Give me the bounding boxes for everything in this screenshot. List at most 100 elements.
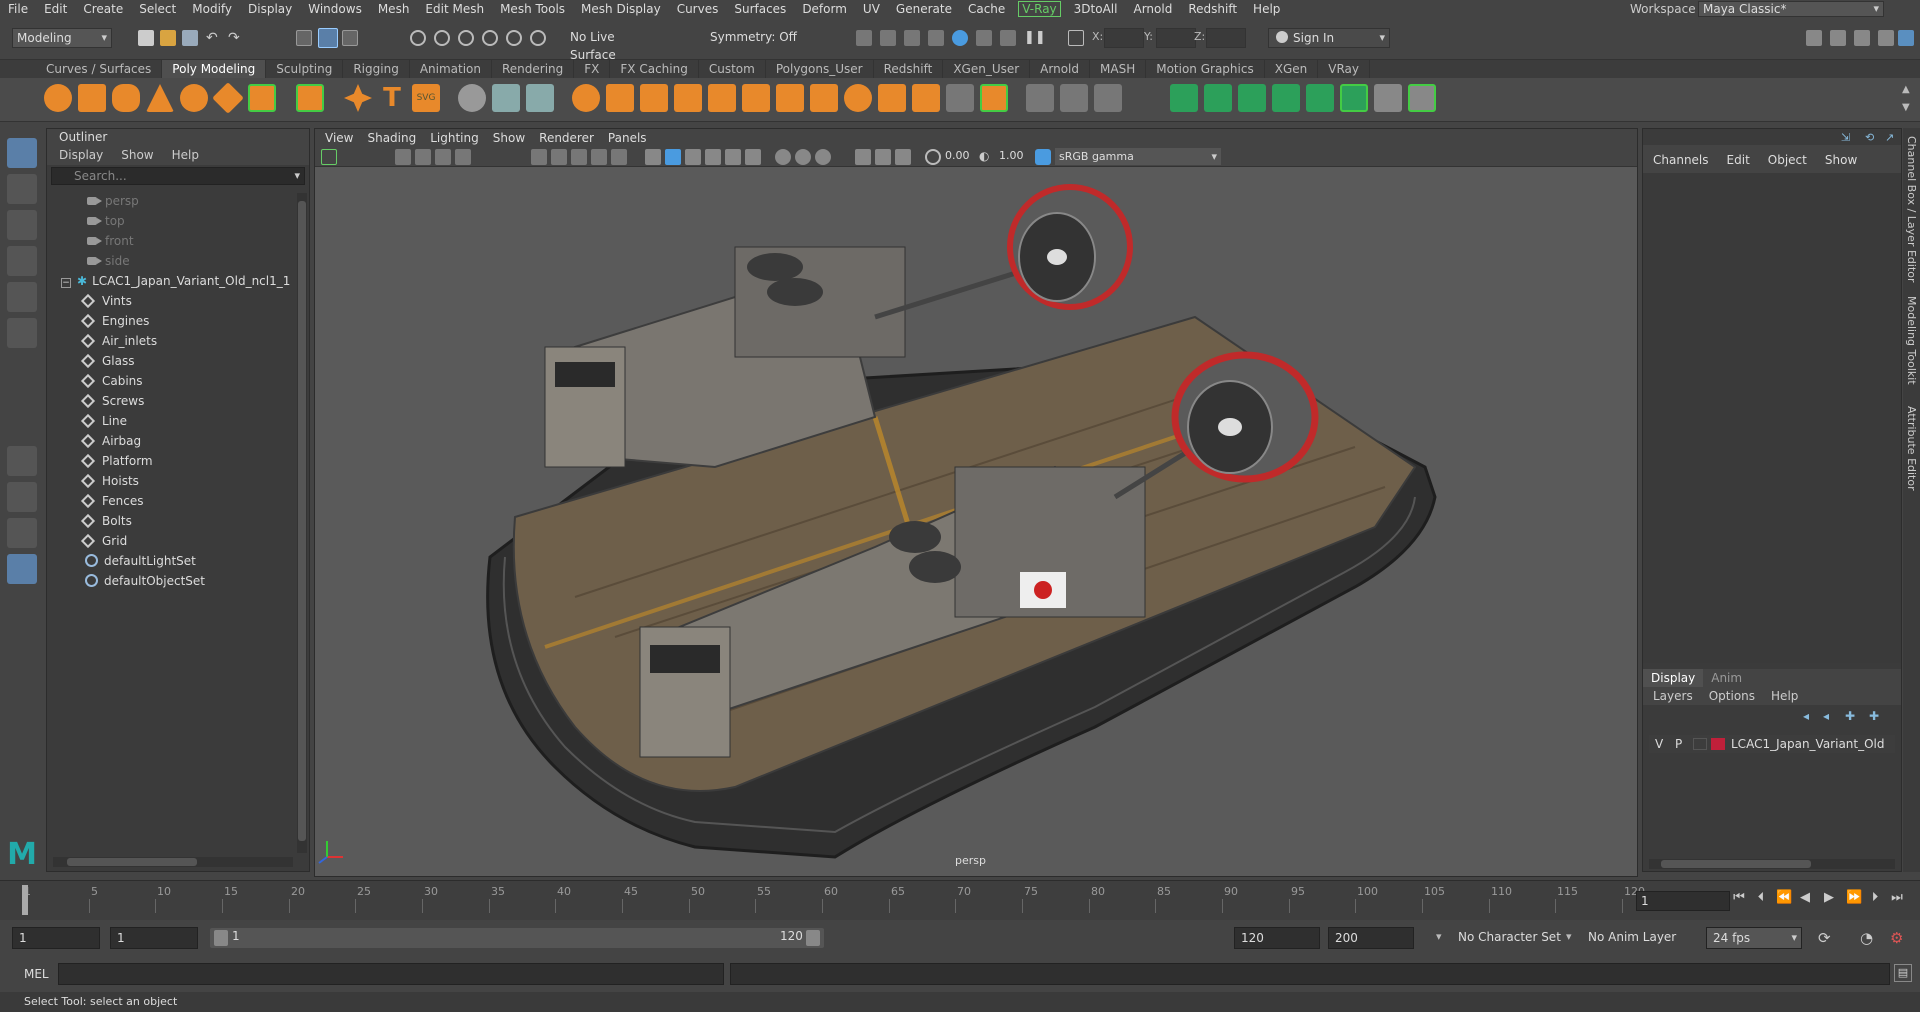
move-layer-up-icon[interactable]: ◂ bbox=[1803, 709, 1809, 723]
outliner-menu-show[interactable]: Show bbox=[121, 145, 153, 165]
bookmarks-icon[interactable] bbox=[415, 149, 431, 165]
end-time-field[interactable]: 200 bbox=[1328, 927, 1414, 949]
tree-item-airbag[interactable]: Airbag bbox=[47, 431, 297, 451]
start-time-field[interactable]: 1 bbox=[12, 927, 100, 949]
go-to-start-icon[interactable]: ⏮ bbox=[1732, 891, 1746, 905]
grid-toggle-icon[interactable] bbox=[531, 149, 547, 165]
wireframe-on-shaded-icon[interactable] bbox=[685, 149, 701, 165]
channelbox-menu-edit[interactable]: Edit bbox=[1727, 145, 1750, 173]
tree-item-default-object-set[interactable]: defaultObjectSet bbox=[47, 571, 297, 591]
layer-tab-display[interactable]: Display bbox=[1643, 669, 1704, 687]
step-forward-frame-icon[interactable]: ⏵ bbox=[1868, 891, 1882, 905]
tree-item-default-light-set[interactable]: defaultLightSet bbox=[47, 551, 297, 571]
menu-vray[interactable]: V-Ray bbox=[1018, 1, 1061, 17]
gamma-icon[interactable]: ◐ bbox=[979, 149, 995, 165]
tree-item-bolts[interactable]: Bolts bbox=[47, 511, 297, 531]
live-surface-field[interactable]: No Live Surface bbox=[566, 28, 664, 62]
layer-menu-help[interactable]: Help bbox=[1771, 687, 1798, 705]
menu-mesh-tools[interactable]: Mesh Tools bbox=[492, 2, 573, 16]
snap-projected-icon[interactable] bbox=[482, 30, 498, 46]
render-view-icon[interactable] bbox=[856, 30, 872, 46]
select-hierarchy-icon[interactable] bbox=[296, 30, 312, 46]
menu-set-select[interactable]: Modeling bbox=[12, 28, 112, 48]
ambient-occlusion-icon[interactable] bbox=[775, 149, 791, 165]
snap-view-plane-icon[interactable] bbox=[506, 30, 522, 46]
append-polygon-icon[interactable] bbox=[844, 84, 872, 112]
workspace-select[interactable]: Maya Classic* bbox=[1698, 1, 1884, 17]
tree-item-screws[interactable]: Screws bbox=[47, 391, 297, 411]
command-language-label[interactable]: MEL bbox=[24, 967, 49, 981]
current-frame-field[interactable]: 1 bbox=[1636, 891, 1730, 911]
tree-item-persp[interactable]: persp bbox=[47, 191, 297, 211]
separate-icon[interactable] bbox=[526, 84, 554, 112]
script-editor-icon[interactable]: ▤ bbox=[1894, 964, 1912, 982]
shelf-tab-xgen-user[interactable]: XGen_User bbox=[943, 60, 1031, 78]
tree-item-line[interactable]: Line bbox=[47, 411, 297, 431]
play-backwards-icon[interactable]: ◀ bbox=[1798, 891, 1812, 905]
layer-color-swatch[interactable] bbox=[1711, 738, 1725, 750]
pause-icon[interactable]: ❚❚ bbox=[1024, 30, 1046, 46]
lock-camera-icon[interactable] bbox=[455, 149, 471, 165]
single-perspective-layout-icon[interactable] bbox=[7, 446, 37, 476]
viewport-menu-renderer[interactable]: Renderer bbox=[539, 129, 594, 147]
viewport-scene[interactable] bbox=[315, 167, 1637, 877]
viewport-menu-show[interactable]: Show bbox=[493, 129, 525, 147]
bridge-icon[interactable] bbox=[708, 84, 736, 112]
select-object-icon[interactable] bbox=[318, 28, 338, 48]
poly-disc-icon[interactable] bbox=[248, 84, 276, 112]
exposure-field[interactable]: 0.00 bbox=[945, 149, 970, 162]
anti-aliasing-icon[interactable] bbox=[815, 149, 831, 165]
tree-item-hoists[interactable]: Hoists bbox=[47, 471, 297, 491]
resolution-gate-icon[interactable] bbox=[571, 149, 587, 165]
bevel-icon[interactable] bbox=[776, 84, 804, 112]
outliner-menu-display[interactable]: Display bbox=[59, 145, 103, 165]
move-tool-icon[interactable] bbox=[7, 246, 37, 276]
tree-item-grid[interactable]: Grid bbox=[47, 531, 297, 551]
outliner-layout-icon[interactable] bbox=[7, 554, 37, 584]
anim-layer-dropdown-icon[interactable]: ▾ bbox=[1566, 930, 1572, 943]
playback-end-field[interactable]: 120 bbox=[1234, 927, 1320, 949]
new-layer-selected-icon[interactable]: ✚ bbox=[1869, 709, 1879, 723]
shelf-scroll-up-icon[interactable]: ▲ bbox=[1902, 84, 1910, 95]
tree-item-side[interactable]: side bbox=[47, 251, 297, 271]
menu-file[interactable]: File bbox=[0, 2, 36, 16]
color-space-select[interactable]: sRGB gamma bbox=[1055, 148, 1221, 165]
shelf-tab-mash[interactable]: MASH bbox=[1090, 60, 1147, 78]
viewport-menu-view[interactable]: View bbox=[325, 129, 353, 147]
uv-editor-icon[interactable] bbox=[1170, 84, 1198, 112]
channelbox-menu-show[interactable]: Show bbox=[1825, 145, 1857, 173]
outliner-menu-help[interactable]: Help bbox=[172, 145, 199, 165]
redo-icon[interactable]: ↷ bbox=[228, 30, 244, 46]
play-forwards-icon[interactable]: ▶ bbox=[1822, 891, 1836, 905]
insert-edge-loop-icon[interactable] bbox=[1060, 84, 1088, 112]
layer-name[interactable]: LCAC1_Japan_Variant_Old bbox=[1731, 735, 1885, 753]
poly-text-icon[interactable]: T bbox=[378, 84, 406, 112]
side-tab-attribute-editor[interactable]: Attribute Editor bbox=[1905, 406, 1918, 491]
new-scene-icon[interactable] bbox=[138, 30, 154, 46]
auto-key-icon[interactable]: ◔ bbox=[1860, 929, 1873, 947]
shelf-tab-vray[interactable]: VRay bbox=[1318, 60, 1370, 78]
scale-tool-icon[interactable] bbox=[7, 318, 37, 348]
shelf-tab-polygons-user[interactable]: Polygons_User bbox=[766, 60, 874, 78]
target-weld-icon[interactable] bbox=[946, 84, 974, 112]
shelf-tab-rendering[interactable]: Rendering bbox=[492, 60, 575, 78]
modeling-toolkit-icon[interactable] bbox=[1806, 30, 1822, 46]
undo-icon[interactable]: ↶ bbox=[206, 30, 222, 46]
menu-arnold[interactable]: Arnold bbox=[1125, 2, 1180, 16]
viewport-menu-panels[interactable]: Panels bbox=[608, 129, 647, 147]
menu-mesh-display[interactable]: Mesh Display bbox=[573, 2, 669, 16]
menu-select[interactable]: Select bbox=[131, 2, 184, 16]
hypershade-icon[interactable] bbox=[952, 30, 968, 46]
character-set-dropdown-icon[interactable]: ▾ bbox=[1436, 930, 1442, 943]
range-start-handle[interactable] bbox=[214, 930, 228, 946]
layer-playback-toggle[interactable]: P bbox=[1675, 735, 1682, 753]
layer-row[interactable]: V P LCAC1_Japan_Variant_Old bbox=[1649, 735, 1895, 753]
shadows-icon[interactable] bbox=[745, 149, 761, 165]
menu-modify[interactable]: Modify bbox=[184, 2, 240, 16]
range-slider[interactable]: 1 120 bbox=[210, 928, 824, 948]
mirror-icon[interactable] bbox=[674, 84, 702, 112]
transform-constraint-icon[interactable] bbox=[1068, 30, 1084, 46]
make-live-icon[interactable] bbox=[530, 30, 546, 46]
tree-item-engines[interactable]: Engines bbox=[47, 311, 297, 331]
menu-windows[interactable]: Windows bbox=[300, 2, 370, 16]
